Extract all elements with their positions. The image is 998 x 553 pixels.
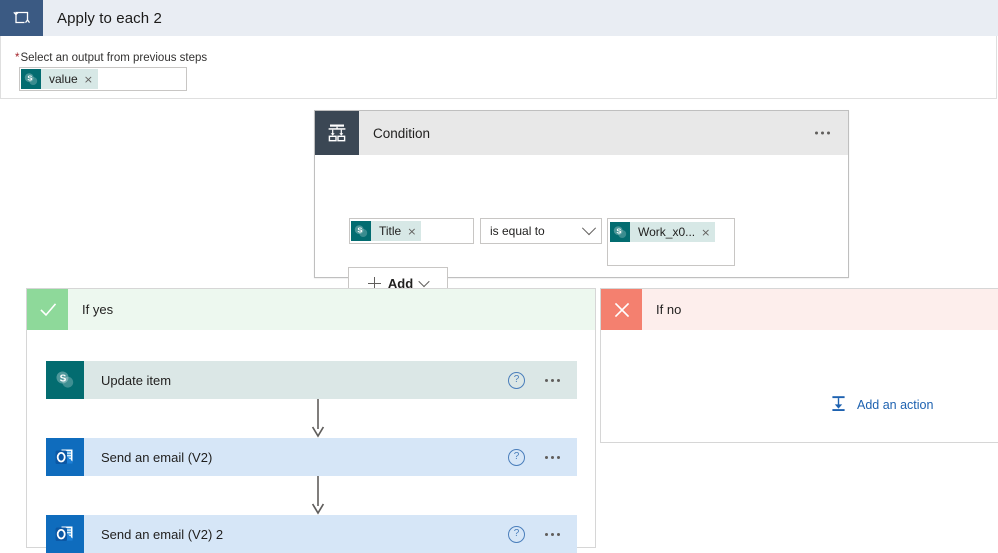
output-selector-field[interactable]: S value ×: [19, 67, 187, 91]
operator-selected-value: is equal to: [490, 224, 545, 238]
checkmark-icon: [27, 289, 68, 330]
condition-body: S Title × is equal to S Work_x0... × Add: [315, 155, 848, 299]
action-label: Send an email (V2): [101, 449, 213, 465]
action-overflow-menu-icon[interactable]: [545, 378, 560, 382]
condition-branch-icon: [315, 111, 359, 155]
token-value[interactable]: S value ×: [21, 69, 98, 89]
sharepoint-icon: S: [46, 361, 84, 399]
condition-overflow-menu-icon[interactable]: [815, 131, 830, 135]
if-no-title: If no: [656, 302, 682, 317]
svg-text:S: S: [616, 226, 621, 235]
apply-to-each-title: Apply to each 2: [57, 9, 162, 27]
close-x-icon: [601, 289, 642, 330]
token-remove-icon[interactable]: ×: [701, 227, 710, 238]
if-no-branch: If no Add an action: [600, 288, 998, 443]
sharepoint-icon: S: [610, 222, 630, 242]
token-remove-icon[interactable]: ×: [407, 226, 416, 237]
token-label: Title: [379, 224, 402, 238]
outlook-icon: [46, 515, 84, 553]
token-label: Work_x0...: [638, 225, 696, 239]
required-asterisk: *: [15, 52, 20, 64]
chevron-down-icon: [581, 221, 597, 236]
if-yes-title: If yes: [82, 302, 114, 317]
action-row-send-email-v2-2[interactable]: Send an email (V2) 2 ?: [46, 515, 577, 553]
sharepoint-icon: S: [21, 69, 41, 89]
outlook-icon: [46, 438, 84, 476]
svg-text:S: S: [357, 225, 362, 234]
help-icon[interactable]: ?: [508, 371, 525, 389]
action-row-send-email-v2[interactable]: Send an email (V2) ?: [46, 438, 577, 476]
condition-operator-dropdown[interactable]: is equal to: [480, 218, 602, 244]
token-remove-icon[interactable]: ×: [84, 74, 93, 85]
apply-to-each-header: Apply to each 2: [0, 0, 998, 36]
add-an-action-label: Add an action: [857, 398, 934, 412]
action-overflow-menu-icon[interactable]: [545, 532, 560, 536]
chevron-down-icon: [418, 275, 430, 288]
if-yes-branch: If yes S Update item ? Send an email (V2…: [26, 288, 596, 553]
token-work-x0[interactable]: S Work_x0... ×: [610, 222, 716, 242]
output-field-label: *Select an output from previous steps: [15, 52, 207, 64]
condition-right-operand-field[interactable]: S Work_x0... ×: [607, 218, 735, 266]
help-icon[interactable]: ?: [508, 525, 525, 543]
svg-text:S: S: [27, 73, 32, 82]
token-label: value: [49, 72, 78, 86]
action-row-update-item[interactable]: S Update item ?: [46, 361, 577, 399]
action-label: Send an email (V2) 2: [101, 526, 224, 542]
if-yes-header: If yes: [27, 289, 595, 330]
condition-left-operand-field[interactable]: S Title ×: [349, 218, 474, 244]
action-overflow-menu-icon[interactable]: [545, 455, 560, 459]
condition-title: Condition: [373, 125, 431, 141]
flow-connector-arrow: [310, 476, 326, 515]
apply-to-each-body: *Select an output from previous steps S …: [0, 36, 997, 99]
output-label-text: Select an output from previous steps: [20, 52, 208, 64]
svg-text:S: S: [60, 374, 67, 385]
loop-icon: [0, 0, 43, 36]
add-an-action-button[interactable]: Add an action: [829, 394, 933, 416]
flow-connector-arrow: [310, 399, 326, 438]
if-no-header: If no: [601, 289, 998, 330]
help-icon[interactable]: ?: [508, 448, 525, 466]
condition-card[interactable]: Condition S Title × is equal to S Work_x…: [314, 110, 849, 299]
token-title[interactable]: S Title ×: [351, 221, 422, 241]
action-label: Update item: [101, 372, 172, 388]
sharepoint-icon: S: [351, 221, 371, 241]
condition-header: Condition: [315, 111, 848, 155]
add-action-icon: [829, 394, 848, 416]
